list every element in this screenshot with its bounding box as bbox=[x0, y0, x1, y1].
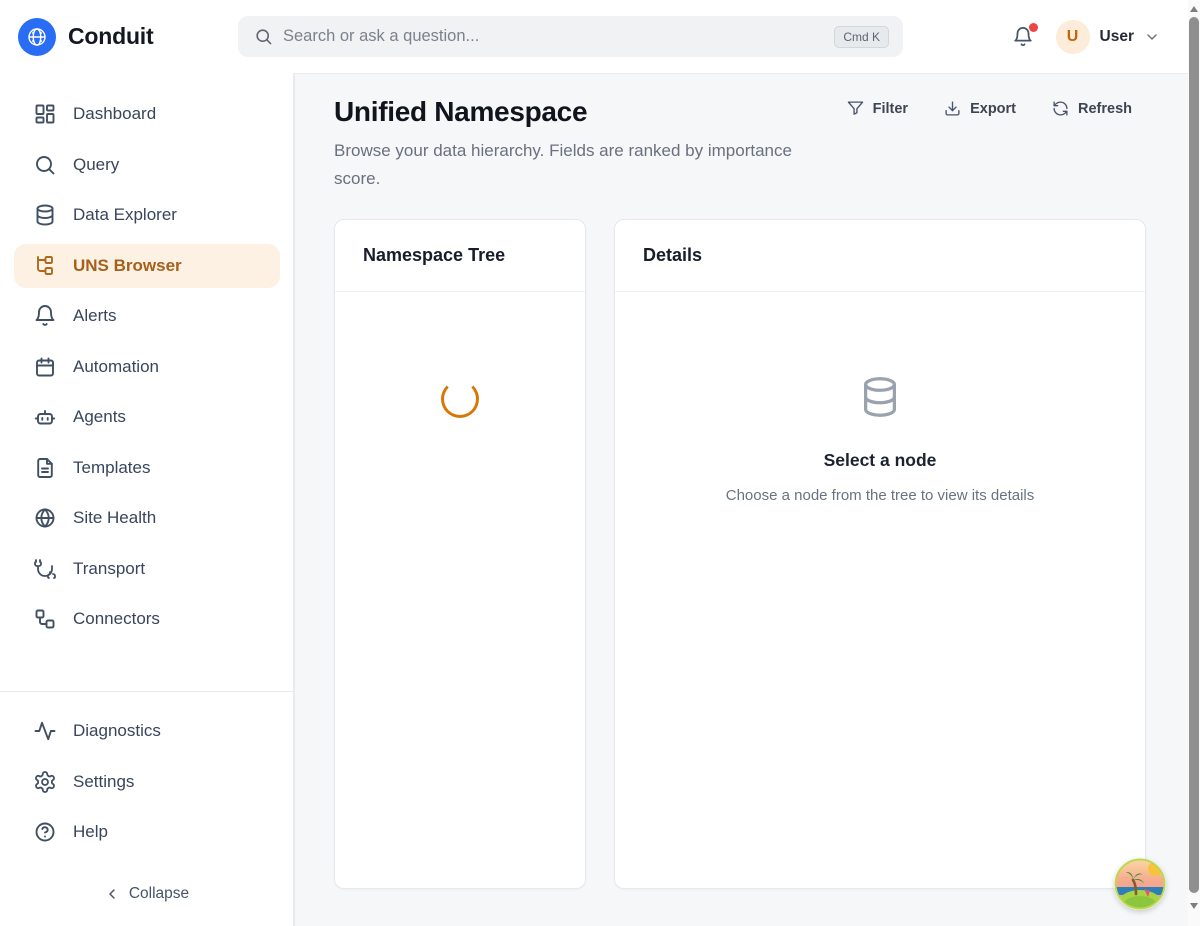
calendar-icon bbox=[33, 355, 57, 379]
global-search[interactable]: Cmd K bbox=[238, 16, 903, 57]
sidebar-item-label: UNS Browser bbox=[73, 256, 182, 276]
scrollbar-thumb[interactable] bbox=[1189, 17, 1199, 893]
sidebar-item-label: Connectors bbox=[73, 609, 160, 629]
sidebar-item-label: Settings bbox=[73, 772, 134, 792]
sidebar: Dashboard Query Data Explorer bbox=[0, 73, 294, 926]
sidebar-item-label: Automation bbox=[73, 357, 159, 377]
sidebar-item-label: Site Health bbox=[73, 508, 156, 528]
sidebar-item-agents[interactable]: Agents bbox=[14, 395, 280, 439]
notification-dot bbox=[1029, 23, 1038, 32]
empty-state-message: Choose a node from the tree to view its … bbox=[726, 487, 1035, 504]
scrollbar-down-arrow[interactable] bbox=[1190, 903, 1198, 909]
main-content: Unified Namespace Browse your data hiera… bbox=[294, 73, 1188, 926]
cable-icon bbox=[33, 557, 57, 581]
bell-icon bbox=[33, 304, 57, 328]
sidebar-item-query[interactable]: Query bbox=[14, 143, 280, 187]
sidebar-item-label: Transport bbox=[73, 559, 145, 579]
details-empty-state: Select a node Choose a node from the tre… bbox=[615, 292, 1145, 504]
sidebar-item-settings[interactable]: Settings bbox=[14, 760, 280, 804]
brand: Conduit bbox=[0, 18, 238, 56]
refresh-icon bbox=[1052, 100, 1069, 117]
chevron-left-icon bbox=[104, 886, 120, 902]
sidebar-item-label: Dashboard bbox=[73, 104, 156, 124]
sidebar-item-transport[interactable]: Transport bbox=[14, 547, 280, 591]
sidebar-item-label: Diagnostics bbox=[73, 721, 161, 741]
database-icon bbox=[33, 203, 57, 227]
user-name: User bbox=[1100, 28, 1134, 46]
robot-icon bbox=[33, 405, 57, 429]
notifications-button[interactable] bbox=[1012, 26, 1034, 48]
conduit-logo-icon bbox=[18, 18, 56, 56]
download-icon bbox=[944, 100, 961, 117]
sidebar-item-templates[interactable]: Templates bbox=[14, 446, 280, 490]
collapse-label: Collapse bbox=[129, 885, 189, 903]
empty-state-title: Select a node bbox=[824, 450, 937, 471]
details-panel: Details Select a node Choose a node from… bbox=[614, 219, 1146, 889]
namespace-tree-title: Namespace Tree bbox=[335, 220, 585, 292]
export-button[interactable]: Export bbox=[944, 100, 1016, 117]
sidebar-item-data-explorer[interactable]: Data Explorer bbox=[14, 193, 280, 237]
sidebar-item-alerts[interactable]: Alerts bbox=[14, 294, 280, 338]
help-icon bbox=[33, 820, 57, 844]
namespace-tree-panel: Namespace Tree bbox=[334, 219, 586, 889]
sidebar-item-label: Query bbox=[73, 155, 119, 175]
page-actions: Filter Export Refresh bbox=[847, 100, 1132, 117]
sidebar-item-diagnostics[interactable]: Diagnostics bbox=[14, 709, 280, 753]
top-header: Conduit Cmd K U User bbox=[0, 0, 1188, 73]
page-title: Unified Namespace bbox=[334, 96, 587, 128]
sidebar-item-label: Templates bbox=[73, 458, 150, 478]
keyboard-shortcut-badge: Cmd K bbox=[834, 26, 889, 48]
filter-icon bbox=[847, 100, 864, 117]
workflow-icon bbox=[33, 607, 57, 631]
activity-icon bbox=[33, 719, 57, 743]
refresh-button[interactable]: Refresh bbox=[1052, 100, 1132, 117]
globe-icon bbox=[33, 506, 57, 530]
filter-button[interactable]: Filter bbox=[847, 100, 908, 117]
search-icon bbox=[254, 27, 273, 46]
page-subtitle: Browse your data hierarchy. Fields are r… bbox=[334, 137, 834, 192]
document-icon bbox=[33, 456, 57, 480]
gear-icon bbox=[33, 770, 57, 794]
collapse-sidebar-button[interactable]: Collapse bbox=[0, 878, 293, 910]
tree-icon bbox=[33, 254, 57, 278]
sidebar-item-automation[interactable]: Automation bbox=[14, 345, 280, 389]
chevron-down-icon bbox=[1144, 29, 1160, 45]
sidebar-item-label: Agents bbox=[73, 407, 126, 427]
sidebar-item-label: Data Explorer bbox=[73, 205, 177, 225]
database-icon bbox=[857, 374, 903, 420]
sidebar-item-label: Alerts bbox=[73, 306, 116, 326]
sidebar-item-help[interactable]: Help bbox=[14, 810, 280, 854]
sidebar-item-dashboard[interactable]: Dashboard bbox=[14, 92, 280, 136]
app-title: Conduit bbox=[68, 23, 153, 50]
loading-spinner bbox=[441, 380, 479, 418]
island-badge-button[interactable] bbox=[1114, 858, 1166, 910]
sidebar-item-uns-browser[interactable]: UNS Browser bbox=[14, 244, 280, 288]
sidebar-item-label: Help bbox=[73, 822, 108, 842]
page-scrollbar bbox=[1188, 0, 1200, 926]
user-menu[interactable]: U User bbox=[1056, 20, 1160, 54]
sidebar-item-connectors[interactable]: Connectors bbox=[14, 597, 280, 641]
avatar[interactable]: U bbox=[1056, 20, 1090, 54]
sidebar-item-site-health[interactable]: Site Health bbox=[14, 496, 280, 540]
search-input[interactable] bbox=[273, 27, 834, 46]
scrollbar-up-arrow[interactable] bbox=[1190, 6, 1198, 12]
search-icon bbox=[33, 153, 57, 177]
details-title: Details bbox=[615, 220, 1145, 292]
dashboard-icon bbox=[33, 102, 57, 126]
